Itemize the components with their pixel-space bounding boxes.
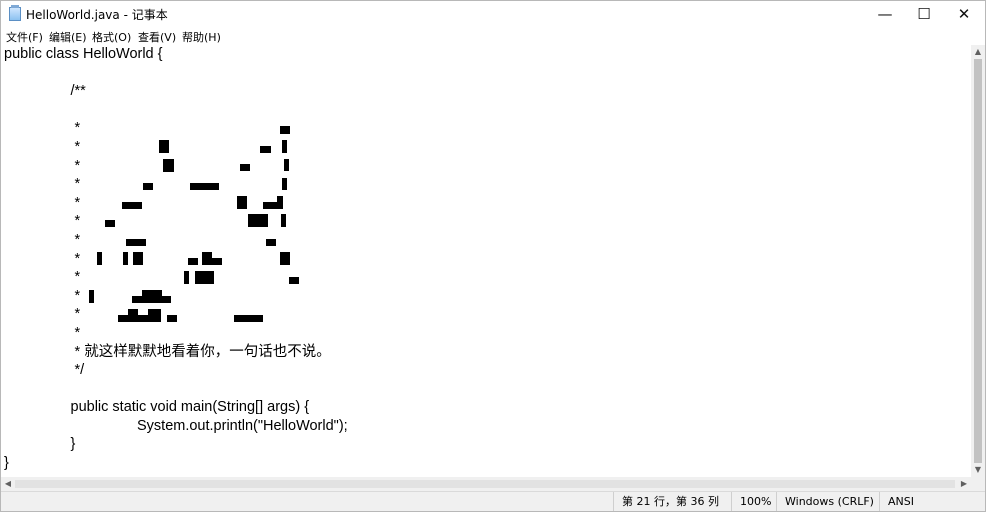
ascii-art-block bbox=[188, 258, 198, 265]
ascii-art-block bbox=[184, 271, 189, 284]
menu-bar: 文件(F) 编辑(E) 格式(O) 查看(V) 帮助(H) bbox=[1, 27, 985, 45]
ascii-art-block bbox=[132, 296, 171, 303]
code-line: * bbox=[70, 231, 81, 248]
ascii-art-block bbox=[260, 146, 271, 153]
ascii-art-block bbox=[105, 220, 115, 227]
code-line: } bbox=[4, 455, 9, 472]
window-title: HelloWorld.java - 记事本 bbox=[26, 8, 168, 22]
scroll-left-arrow-icon[interactable]: ◀ bbox=[1, 477, 15, 491]
ascii-art-block bbox=[143, 183, 153, 190]
title-bar[interactable]: HelloWorld.java - 记事本 — ☐ ✕ bbox=[1, 1, 985, 27]
vertical-scroll-thumb[interactable] bbox=[974, 59, 982, 463]
horizontal-scroll-thumb[interactable] bbox=[15, 480, 955, 488]
ascii-art-block bbox=[266, 239, 276, 246]
horizontal-scrollbar[interactable]: ◀ ▶ bbox=[1, 477, 971, 491]
ascii-art-block bbox=[280, 126, 290, 134]
ascii-art-block bbox=[142, 290, 162, 296]
code-line: * bbox=[70, 194, 81, 211]
menu-help[interactable]: 帮助(H) bbox=[182, 29, 221, 45]
code-line: System.out.println("HelloWorld"); bbox=[137, 417, 348, 434]
ascii-art-block bbox=[123, 252, 128, 265]
code-line: * bbox=[70, 250, 81, 267]
status-bar: 第 21 行，第 36 列 100% Windows (CRLF) ANSI bbox=[1, 491, 985, 511]
ascii-art-block bbox=[126, 239, 146, 246]
ascii-art-block bbox=[240, 164, 250, 171]
ascii-art-block bbox=[118, 315, 161, 322]
code-line: * bbox=[70, 213, 81, 230]
code-line: * 就这样默默地看着你，一句话也不说。 bbox=[70, 343, 331, 360]
menu-file[interactable]: 文件(F) bbox=[6, 29, 43, 45]
ascii-art-block bbox=[133, 252, 143, 265]
ascii-art-block bbox=[289, 277, 299, 284]
notepad-icon bbox=[9, 5, 21, 21]
code-line: * bbox=[70, 120, 81, 137]
menu-format[interactable]: 格式(O) bbox=[92, 29, 131, 45]
zoom-level: 100% bbox=[731, 492, 776, 511]
code-line: * bbox=[70, 157, 81, 174]
code-line: /** bbox=[70, 83, 86, 100]
menu-edit[interactable]: 编辑(E) bbox=[49, 29, 87, 45]
code-line: * bbox=[70, 138, 81, 155]
ascii-art-block bbox=[89, 290, 94, 303]
scroll-up-arrow-icon[interactable]: ▲ bbox=[971, 45, 985, 59]
ascii-art-block bbox=[167, 315, 177, 322]
ascii-art-block bbox=[122, 202, 142, 209]
ascii-art-block bbox=[190, 183, 219, 190]
menu-view[interactable]: 查看(V) bbox=[138, 29, 176, 45]
ascii-art-block bbox=[159, 140, 169, 153]
ascii-art-block bbox=[202, 252, 212, 265]
scroll-right-arrow-icon[interactable]: ▶ bbox=[957, 477, 971, 491]
ascii-art-block bbox=[234, 315, 263, 322]
ascii-art-block bbox=[195, 271, 214, 284]
ascii-art-block bbox=[281, 214, 286, 227]
editor-content[interactable]: public class HelloWorld { /** * * * * * *… bbox=[4, 45, 348, 473]
ascii-art-block bbox=[148, 309, 161, 315]
scroll-down-arrow-icon[interactable]: ▼ bbox=[971, 463, 985, 477]
ascii-art-block bbox=[282, 140, 287, 153]
ascii-art-block bbox=[280, 252, 290, 265]
code-line: * bbox=[70, 287, 81, 304]
code-line: } bbox=[70, 436, 76, 453]
ascii-art-block bbox=[128, 309, 138, 315]
ascii-art-block bbox=[282, 178, 287, 190]
ascii-art-block bbox=[248, 214, 268, 227]
code-line: * bbox=[70, 176, 81, 193]
code-line: */ bbox=[70, 362, 85, 379]
code-line: public static void main(String[] args) { bbox=[70, 399, 310, 416]
encoding: ANSI bbox=[879, 492, 985, 511]
close-button[interactable]: ✕ bbox=[941, 1, 985, 27]
ascii-art-block bbox=[277, 196, 283, 209]
cursor-position: 第 21 行，第 36 列 bbox=[613, 492, 731, 511]
ascii-art-block bbox=[163, 159, 174, 172]
code-line: public class HelloWorld { bbox=[4, 46, 163, 62]
vertical-scrollbar[interactable]: ▲ ▼ bbox=[971, 45, 985, 477]
ascii-art-block bbox=[97, 252, 102, 265]
line-ending: Windows (CRLF) bbox=[776, 492, 879, 511]
ascii-art-block bbox=[284, 159, 289, 171]
ascii-art-block bbox=[263, 202, 278, 209]
code-line: * bbox=[70, 324, 81, 341]
text-editor[interactable]: public class HelloWorld { /** * * * * * *… bbox=[1, 45, 971, 477]
ascii-art-block bbox=[212, 258, 222, 265]
ascii-art-block bbox=[237, 196, 247, 209]
notepad-window: HelloWorld.java - 记事本 — ☐ ✕ 文件(F) 编辑(E) … bbox=[0, 0, 986, 512]
scrollbar-corner bbox=[971, 477, 985, 491]
